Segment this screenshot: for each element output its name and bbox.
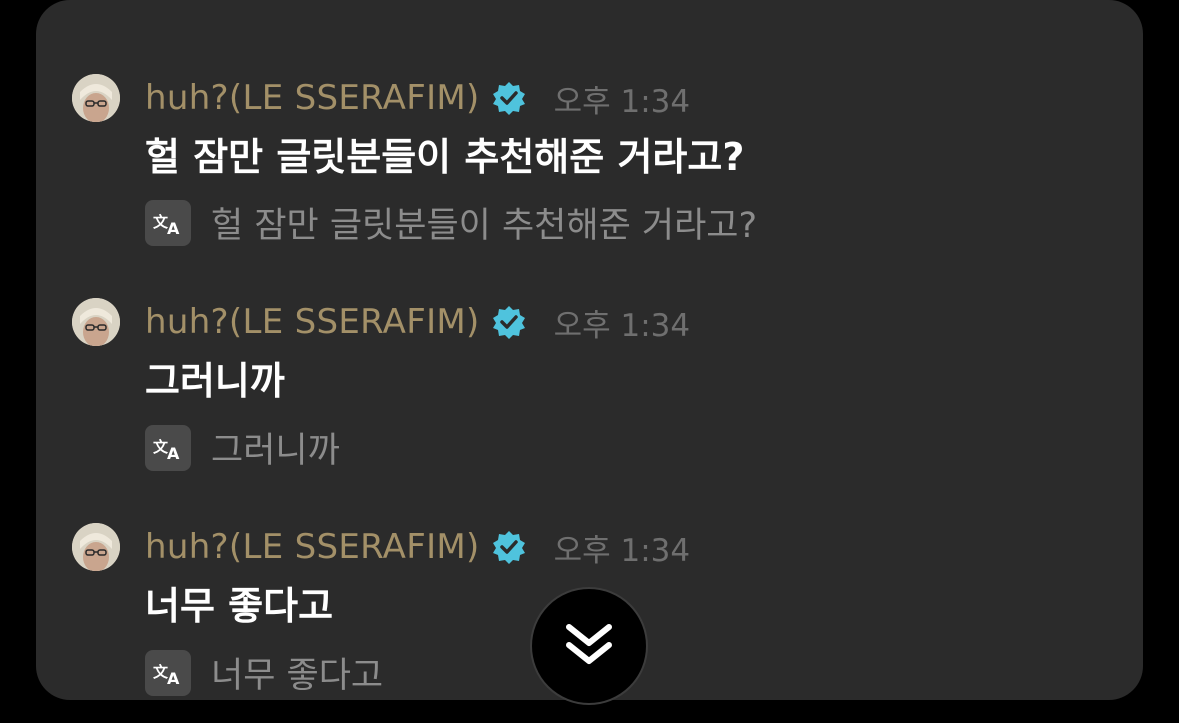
message-header: huh?(LE SSERAFIM) 오후 1:34 [145, 525, 690, 569]
verified-badge-icon [492, 81, 526, 115]
message-header: huh?(LE SSERAFIM) 오후 1:34 [145, 300, 690, 344]
username[interactable]: huh?(LE SSERAFIM) [145, 78, 480, 118]
translation-text: 헐 잠만 글릿분들이 추천해준 거라고? [211, 206, 758, 246]
chat-message: huh?(LE SSERAFIM) 오후 1:34 그러니까 文 A 그러니까 [36, 298, 1116, 498]
message-text: 헐 잠만 글릿분들이 추천해준 거라고? [145, 135, 745, 179]
message-text: 너무 좋다고 [145, 584, 334, 628]
verified-badge-icon [492, 530, 526, 564]
translate-icon[interactable]: 文 A [145, 199, 191, 246]
timestamp: 오후 1:34 [553, 532, 691, 569]
translate-icon[interactable]: 文 A [145, 424, 191, 471]
avatar[interactable] [72, 523, 120, 571]
translation-row[interactable]: 文 A 그러니까 [145, 422, 340, 473]
timestamp: 오후 1:34 [553, 83, 691, 120]
translation-text: 너무 좋다고 [211, 656, 384, 696]
translation-text: 그러니까 [211, 431, 340, 471]
verified-badge-icon [492, 305, 526, 339]
username[interactable]: huh?(LE SSERAFIM) [145, 302, 480, 342]
svg-text:A: A [167, 444, 180, 462]
double-chevron-down-icon [563, 623, 615, 703]
svg-text:A: A [167, 669, 180, 687]
svg-text:A: A [167, 219, 180, 237]
message-header: huh?(LE SSERAFIM) 오후 1:34 [145, 76, 690, 120]
translation-row[interactable]: 文 A 너무 좋다고 [145, 647, 383, 698]
avatar[interactable] [72, 298, 120, 346]
chat-message: huh?(LE SSERAFIM) 오후 1:34 헐 잠만 글릿분들이 추천해… [36, 74, 1116, 274]
message-text: 그러니까 [145, 359, 285, 403]
avatar[interactable] [72, 74, 120, 122]
username[interactable]: huh?(LE SSERAFIM) [145, 527, 480, 567]
translation-row[interactable]: 文 A 헐 잠만 글릿분들이 추천해준 거라고? [145, 197, 757, 248]
scroll-to-bottom-button[interactable] [530, 587, 648, 705]
translate-icon[interactable]: 文 A [145, 649, 191, 696]
timestamp: 오후 1:34 [553, 307, 691, 344]
